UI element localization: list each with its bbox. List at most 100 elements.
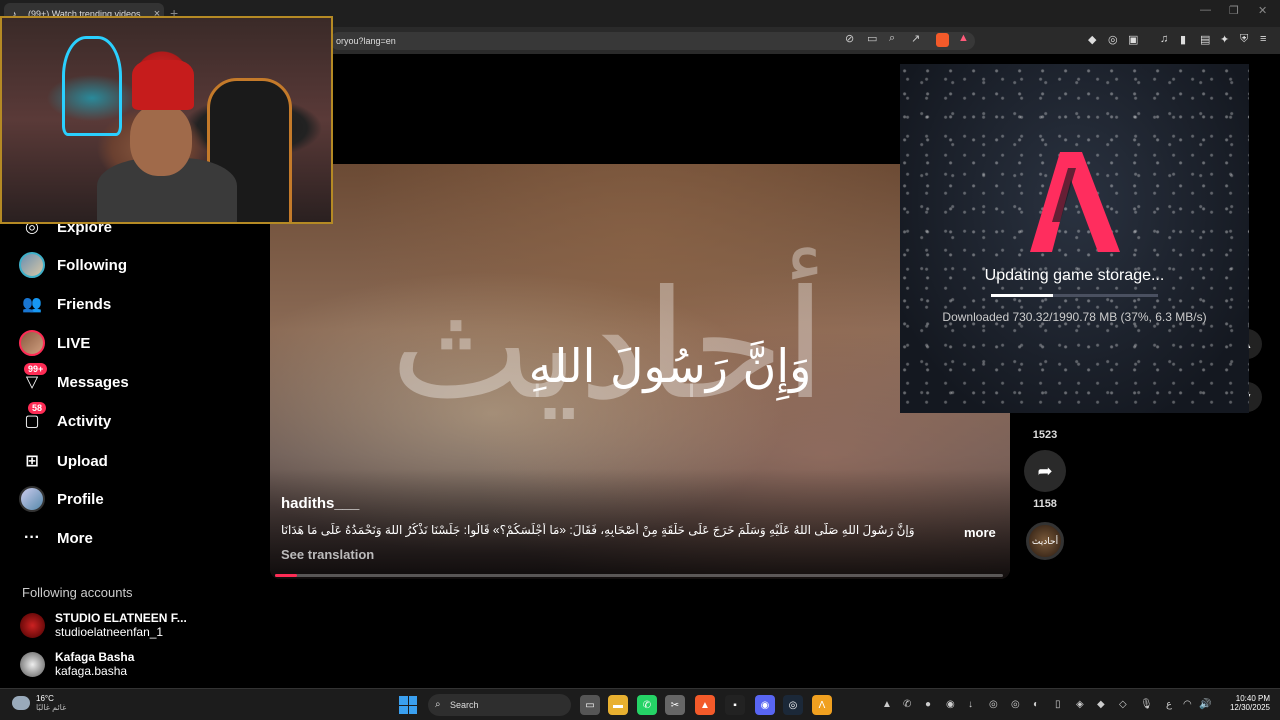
account-item[interactable]: Kafaga Basha kafaga.basha	[20, 650, 134, 678]
video-overlay-text: وَإِنَّ رَسُولَ اللهِ	[528, 339, 812, 393]
account-handle: kafaga.basha	[55, 664, 128, 678]
game-launcher-taskbar-icon[interactable]: Λ	[812, 695, 832, 715]
upload-icon: ⊞	[25, 453, 39, 470]
activity-badge: 58	[28, 402, 47, 414]
search-icon: ⌕	[435, 699, 441, 710]
sidebar-item-label: Friends	[57, 295, 112, 313]
extension-icon[interactable]: ◆	[1088, 33, 1096, 46]
minimize-button[interactable]: —	[1200, 4, 1211, 16]
sidebar-item-more[interactable]: ··· More	[18, 524, 93, 552]
sidebar-item-friends[interactable]: 👥 Friends	[18, 290, 111, 318]
discord-icon[interactable]: ◉	[755, 695, 775, 715]
snipping-tool-icon[interactable]: ✂	[665, 695, 685, 715]
steam-tray-icon[interactable]: ◎	[1011, 699, 1020, 710]
account-item[interactable]: STUDIO ELATNEEN F... studioelatneenfan_1	[20, 611, 187, 639]
maximize-button[interactable]: ❐	[1229, 4, 1239, 17]
launcher-download-detail: Downloaded 730.32/1990.78 MB (37%, 6.3 M…	[942, 310, 1207, 324]
url-field[interactable]: oryou?lang=en	[330, 32, 975, 50]
steam-icon[interactable]: ◎	[783, 695, 803, 715]
sidebar-item-live[interactable]: LIVE	[18, 329, 90, 357]
taskbar-clock[interactable]: 10:40 PM 12/30/2025	[1218, 694, 1270, 712]
terminal-icon[interactable]: ▪	[725, 695, 745, 715]
input-language[interactable]: ع	[1166, 699, 1172, 710]
windows-taskbar: 16°C غائم غالبًا ⌕ Search ▭ ▬ ✆ ✂ ▲ ▪ ◉ …	[0, 688, 1280, 720]
sidebar-item-activity[interactable]: ▢ 58 Activity	[18, 402, 112, 435]
weather-widget[interactable]: 16°C غائم غالبًا	[12, 694, 66, 712]
steam-tray-icon[interactable]: ◎	[989, 699, 998, 710]
fez-hat	[132, 60, 194, 110]
following-accounts-title: Following accounts	[22, 585, 133, 600]
menu-icon[interactable]: ≡	[1260, 33, 1266, 45]
app-tray-icon[interactable]: ◆	[1097, 699, 1105, 710]
share-count: 1158	[1033, 498, 1057, 510]
windows-logo-tile	[408, 705, 417, 714]
vpn-icon[interactable]: ⛨	[1240, 33, 1248, 46]
leo-ai-icon[interactable]: ✦	[1220, 33, 1229, 46]
account-name: STUDIO ELATNEEN F...	[55, 611, 187, 625]
file-explorer-icon[interactable]: ▬	[608, 695, 628, 715]
neon-sign	[62, 36, 122, 136]
task-view-icon[interactable]: ▭	[580, 695, 600, 715]
sidebar-toggle-icon[interactable]: ▮	[1180, 33, 1186, 46]
music-icon[interactable]: ♫	[1160, 33, 1168, 45]
live-avatar	[18, 329, 46, 357]
download-tray-icon[interactable]: ↓	[968, 699, 973, 710]
close-window-button[interactable]: ✕	[1258, 4, 1267, 17]
usb-tray-icon[interactable]: ▯	[1055, 699, 1061, 710]
account-handle: studioelatneenfan_1	[55, 625, 164, 639]
app-tray-icon[interactable]: ◐	[1033, 699, 1039, 710]
like-count: 1523	[1032, 429, 1058, 441]
windows-logo-tile	[399, 705, 408, 714]
cast-icon[interactable]: ▭	[867, 32, 877, 45]
volume-icon[interactable]: 🔊	[1199, 699, 1211, 710]
clock-time: 10:40 PM	[1235, 694, 1270, 703]
app-tray-icon[interactable]: ●	[925, 699, 931, 710]
video-player[interactable]: أحاديث وَإِنَّ رَسُولَ اللهِ hadiths___ …	[270, 164, 1010, 579]
video-progress-bar[interactable]	[275, 574, 1003, 577]
nvidia-tray-icon[interactable]: ▲	[882, 699, 892, 710]
sidebar-item-messages[interactable]: ▽ 99+ Messages	[18, 363, 129, 396]
activity-icon: ▢ 58	[18, 402, 47, 435]
sound-disc-label: أحاديث	[1031, 535, 1059, 546]
sidebar-item-label: Profile	[57, 490, 104, 508]
whatsapp-icon[interactable]: ✆	[637, 695, 657, 715]
microphone-icon[interactable]: 🎙	[1140, 699, 1153, 710]
brave-browser-icon[interactable]: ▲	[695, 695, 715, 715]
wallet-icon[interactable]: ▣	[1128, 33, 1138, 46]
see-translation-button[interactable]: See translation	[281, 547, 374, 562]
wallet-panel-icon[interactable]: ▤	[1200, 33, 1210, 46]
security-tray-icon[interactable]: ◈	[1076, 699, 1084, 710]
share-page-icon[interactable]: ↗	[911, 32, 920, 45]
wifi-icon[interactable]: ◠	[1183, 699, 1192, 710]
screenshot-icon[interactable]: ◎	[1108, 33, 1118, 46]
sidebar-item-label: Following	[57, 256, 127, 274]
sidebar-item-profile[interactable]: Profile	[18, 485, 104, 513]
sidebar-item-upload[interactable]: ⊞ Upload	[18, 447, 108, 475]
sound-disc[interactable]: أحاديث	[1026, 522, 1064, 560]
app-tray-icon[interactable]: ◇	[1119, 699, 1127, 710]
video-progress-fill	[275, 574, 297, 577]
zoom-icon[interactable]: ⌕	[889, 32, 895, 45]
start-button[interactable]	[399, 696, 417, 714]
brave-rewards-icon[interactable]: ▲	[958, 32, 969, 44]
sidebar-item-label: More	[57, 529, 93, 547]
account-name: Kafaga Basha	[55, 650, 135, 664]
url-text: oryou?lang=en	[336, 36, 396, 46]
video-author[interactable]: hadiths___	[281, 495, 359, 512]
reader-mode-icon[interactable]: ⊘	[845, 32, 854, 45]
brave-shields-icon[interactable]	[936, 33, 949, 47]
taskbar-search-label: Search	[450, 700, 479, 710]
sidebar-item-following[interactable]: Following	[18, 251, 127, 279]
taskbar-search[interactable]: ⌕ Search	[428, 694, 571, 716]
share-button[interactable]: ➦	[1024, 450, 1066, 492]
caption-more-button[interactable]: more	[964, 525, 996, 540]
whatsapp-tray-icon[interactable]: ✆	[903, 699, 911, 710]
clock-date: 12/30/2025	[1229, 703, 1270, 712]
avatar	[19, 252, 45, 278]
sidebar-item-label: Activity	[57, 412, 112, 430]
messages-badge: 99+	[24, 363, 48, 375]
more-icon: ···	[24, 529, 40, 546]
discord-tray-icon[interactable]: ◉	[946, 699, 955, 710]
following-avatar	[18, 251, 46, 279]
streamer-face	[130, 104, 192, 176]
